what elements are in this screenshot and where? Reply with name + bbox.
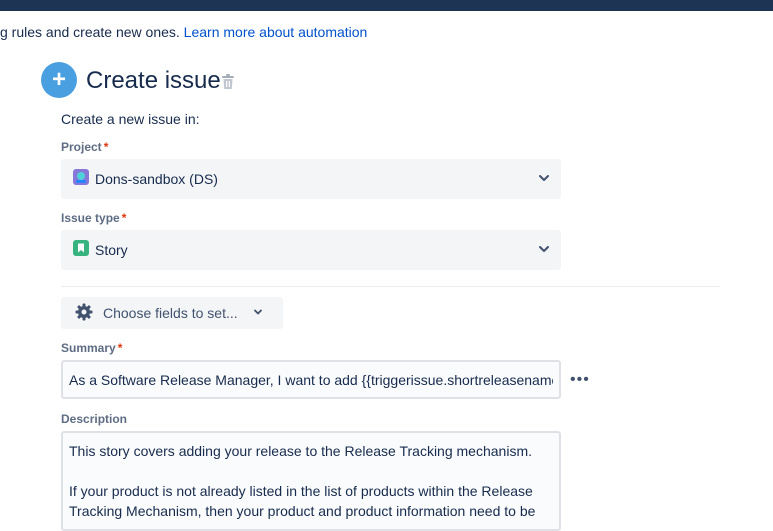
- automation-intro: g rules and create new ones. Learn more …: [0, 24, 367, 40]
- required-mark: *: [103, 140, 109, 154]
- choose-fields-button[interactable]: Choose fields to set...: [61, 297, 283, 329]
- more-options-icon[interactable]: •••: [570, 371, 590, 389]
- intro-text: g rules and create new ones.: [0, 24, 180, 40]
- required-mark: *: [121, 211, 127, 225]
- form-subtitle: Create a new issue in:: [61, 111, 200, 127]
- choose-fields-label: Choose fields to set...: [103, 305, 238, 321]
- description-paragraph: If your product is not already listed in…: [69, 483, 536, 519]
- chevron-down-icon: [537, 242, 551, 261]
- learn-more-link[interactable]: Learn more about automation: [184, 24, 368, 40]
- plus-icon: +: [41, 62, 77, 98]
- description-label: Description: [61, 412, 128, 426]
- top-nav-bar: [0, 0, 773, 11]
- description-paragraph: This story covers adding your release to…: [69, 443, 532, 459]
- description-textarea[interactable]: This story covers adding your release to…: [61, 431, 561, 531]
- project-select[interactable]: Dons-sandbox (DS): [61, 159, 561, 199]
- action-title: Create issue: [86, 67, 221, 94]
- issue-type-label: Issue type *: [61, 211, 127, 225]
- story-icon: [73, 239, 89, 261]
- trash-icon[interactable]: [221, 74, 235, 95]
- project-avatar-icon: [73, 168, 89, 190]
- project-label: Project *: [61, 140, 109, 154]
- section-divider: [61, 286, 720, 287]
- required-mark: *: [117, 341, 123, 355]
- chevron-down-icon: [537, 171, 551, 190]
- summary-label: Summary *: [61, 341, 123, 355]
- chevron-down-icon: [252, 305, 264, 321]
- issue-type-select[interactable]: Story: [61, 230, 561, 270]
- issue-type-value: Story: [95, 242, 128, 258]
- project-value: Dons-sandbox (DS): [95, 171, 218, 187]
- summary-input[interactable]: [61, 360, 561, 399]
- gear-icon: [75, 303, 93, 324]
